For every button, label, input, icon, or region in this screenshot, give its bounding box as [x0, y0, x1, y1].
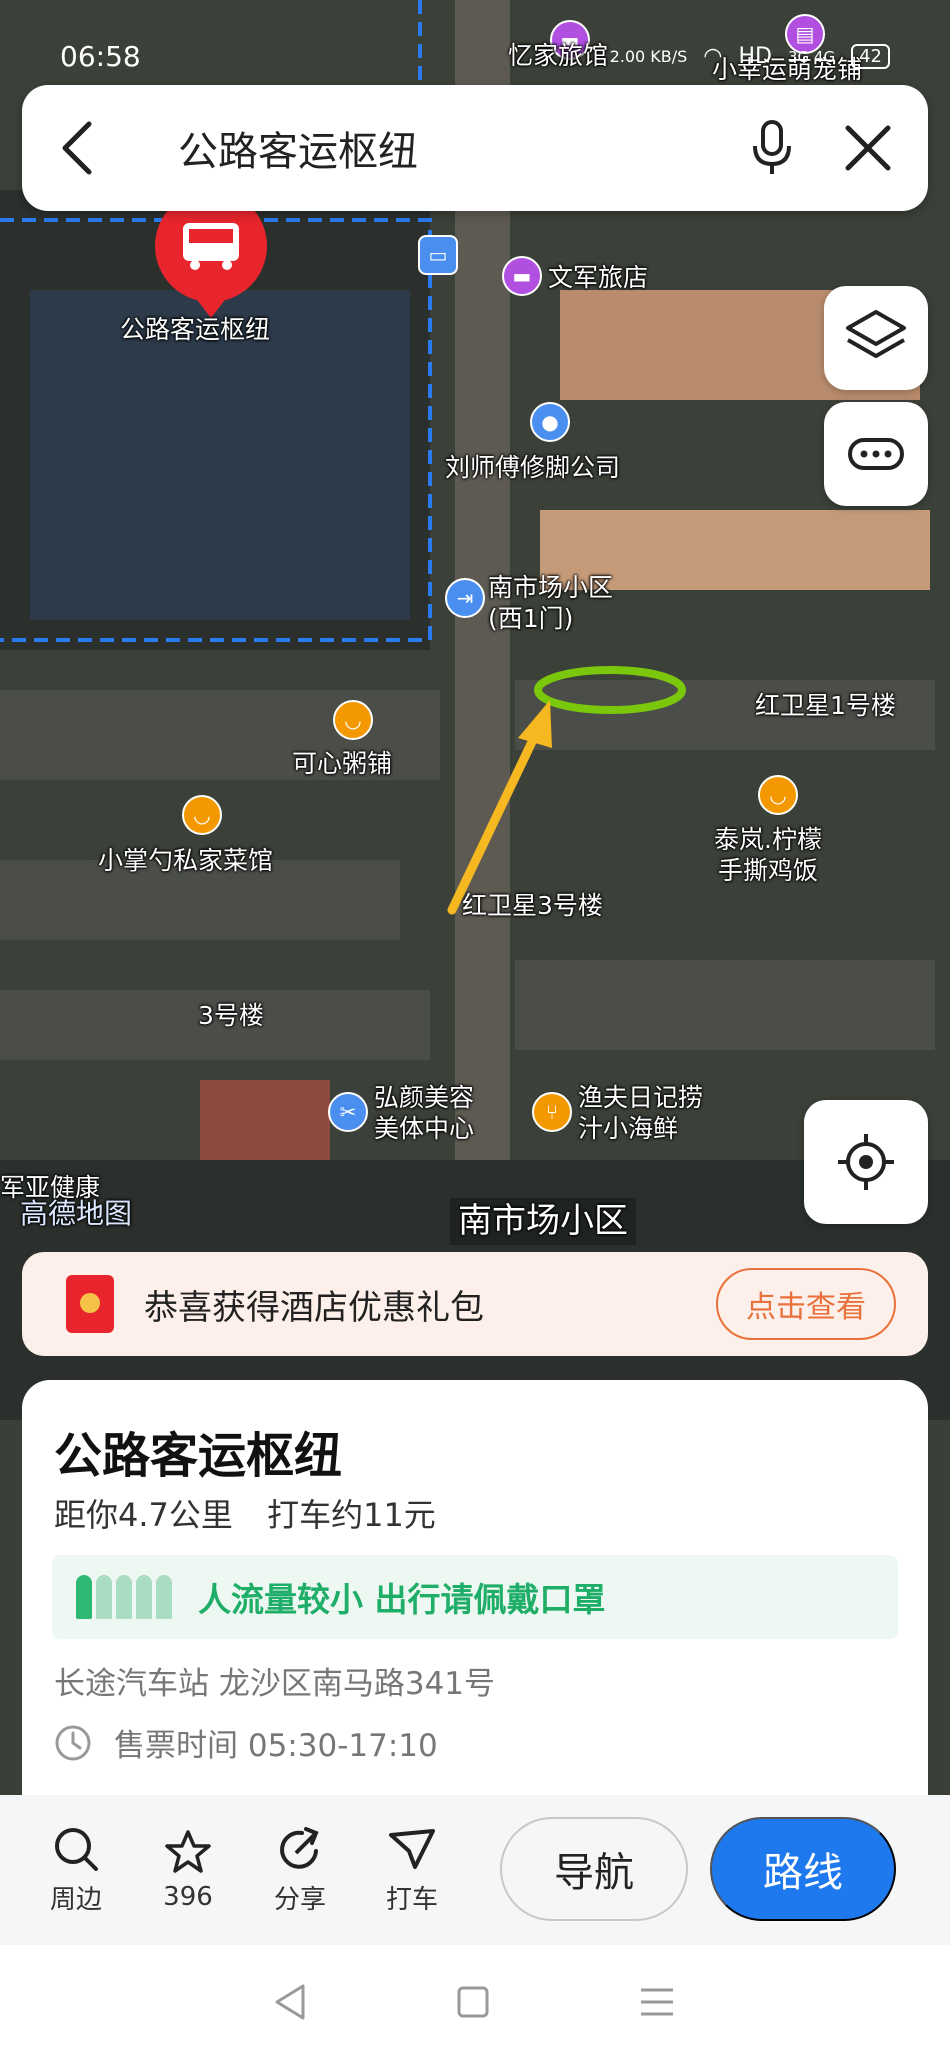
red-envelope-icon [66, 1275, 114, 1333]
restaurant-icon[interactable]: ⑂ [532, 1092, 572, 1132]
pointer-arrow [447, 720, 545, 915]
close-icon [845, 125, 891, 171]
bus-icon [183, 223, 239, 270]
status-time: 06:58 [60, 40, 141, 73]
place-address: 长途汽车站 龙沙区南马路341号 [54, 1666, 496, 1702]
poi-label[interactable]: 泰岚.柠檬 手撕鸡饭 [714, 824, 822, 887]
ticket-hours-text: 售票时间 05:30-17:10 [114, 1728, 438, 1764]
poi-label[interactable]: 渔夫日记捞 汁小海鲜 [578, 1082, 703, 1145]
hotel-icon[interactable]: ▬ [502, 256, 542, 296]
promo-text: 恭喜获得酒店优惠礼包 [144, 1287, 484, 1328]
crowd-status-banner: 人流量较小 出行请佩戴口罩 [52, 1555, 898, 1639]
status-icons: 2.00 KB/S ◠ HD 3G 4G 42 [610, 44, 890, 69]
poi-label[interactable]: 弘颜美容 美体中心 [374, 1082, 474, 1145]
poi-label[interactable]: 南市场小区 (西1门) [488, 572, 613, 635]
battery-icon: 42 [851, 44, 890, 69]
search-query[interactable]: 公路客运枢纽 [132, 119, 724, 177]
system-nav-bar [0, 1945, 950, 2058]
place-title: 公路客运枢纽 [54, 1428, 343, 1484]
navigate-button[interactable]: 导航 [500, 1817, 688, 1921]
view-promo-button[interactable]: 点击查看 [716, 1268, 896, 1340]
share-icon [280, 1826, 319, 1869]
food-icon[interactable]: ◡ [758, 775, 798, 815]
food-icon[interactable]: ◡ [333, 700, 373, 740]
taxi-button[interactable]: 打车 [356, 1825, 468, 1916]
area-label: 南市场小区 [450, 1198, 636, 1245]
menu-icon[interactable] [637, 1984, 677, 2020]
favorite-button[interactable]: 396 [132, 1828, 244, 1912]
poi-label[interactable]: 小掌勺私家菜馆 [98, 845, 273, 876]
wifi-icon: ◠ [703, 44, 723, 69]
crowd-people-icon [76, 1575, 172, 1619]
network-speed: 2.00 KB/S [609, 47, 688, 66]
poi-label[interactable]: 红卫星1号楼 [755, 690, 896, 721]
highlight-ellipse [534, 666, 686, 714]
back-triangle-icon[interactable] [273, 1982, 309, 2022]
poi-label[interactable]: 可心粥铺 [292, 748, 392, 779]
voice-search-button[interactable] [724, 85, 820, 211]
poi-label[interactable]: 红卫星3号楼 [462, 890, 603, 921]
taxi-label: 打车 [385, 1884, 438, 1915]
nearby-button[interactable]: 周边 [20, 1825, 132, 1916]
nearby-label: 周边 [49, 1884, 102, 1915]
poi-label[interactable]: 文军旅店 [548, 262, 648, 293]
food-icon[interactable]: ◡ [182, 795, 222, 835]
bus-stop-icon[interactable]: ▭ [418, 235, 458, 275]
taxi-estimate: 打车约11元 [267, 1496, 436, 1534]
search-icon [55, 1827, 98, 1871]
place-info-card[interactable]: 公路客运枢纽 距你4.7公里 打车约11元 人流量较小 出行请佩戴口罩 长途汽车… [22, 1380, 928, 1800]
route-button[interactable]: 路线 [710, 1817, 896, 1921]
share-label: 分享 [273, 1884, 326, 1915]
distance-text: 距你4.7公里 [54, 1496, 233, 1534]
status-bar: 06:58 2.00 KB/S ◠ HD 3G 4G 42 [0, 0, 950, 80]
locate-me-button[interactable] [804, 1100, 928, 1224]
clear-search-button[interactable] [820, 85, 916, 211]
map-watermark: 高德地图 [20, 1197, 133, 1230]
signal-label: 3G 4G [787, 47, 836, 66]
beauty-icon[interactable]: ✂ [328, 1092, 368, 1132]
ticket-hours: 售票时间 05:30-17:10 [54, 1720, 438, 1765]
taxi-icon [389, 1828, 435, 1869]
action-bar: 周边 396 分享 打车 导航 路线 [0, 1795, 950, 1945]
crowd-status-text: 人流量较小 出行请佩戴口罩 [198, 1580, 606, 1619]
layers-icon [846, 310, 906, 358]
more-options-button[interactable] [824, 402, 928, 506]
search-bar: 公路客运枢纽 [22, 85, 928, 211]
microphone-icon [753, 120, 791, 174]
back-arrow-icon [62, 121, 92, 175]
share-button[interactable]: 分享 [244, 1825, 356, 1916]
map-layers-button[interactable] [824, 286, 928, 390]
more-icon [848, 438, 904, 470]
poi-label[interactable]: 刘师傅修脚公司 [445, 452, 620, 483]
locate-icon [838, 1134, 894, 1190]
pointer-arrow-head [518, 700, 552, 748]
location-pin-icon[interactable]: ● [530, 402, 570, 442]
clock-icon [55, 1725, 91, 1760]
home-square-icon[interactable] [455, 1984, 491, 2020]
favorite-count: 396 [163, 1882, 213, 1912]
star-icon [165, 1830, 211, 1873]
hub-label[interactable]: 公路客运枢纽 [120, 314, 270, 345]
place-distance-info: 距你4.7公里 打车约11元 [54, 1490, 460, 1536]
hotel-promo-banner[interactable]: 恭喜获得酒店优惠礼包 点击查看 [22, 1252, 928, 1356]
back-button[interactable] [22, 85, 132, 211]
hd-label: HD [738, 44, 772, 69]
gate-icon[interactable]: ⇥ [445, 578, 485, 618]
poi-label[interactable]: 3号楼 [198, 1000, 264, 1031]
